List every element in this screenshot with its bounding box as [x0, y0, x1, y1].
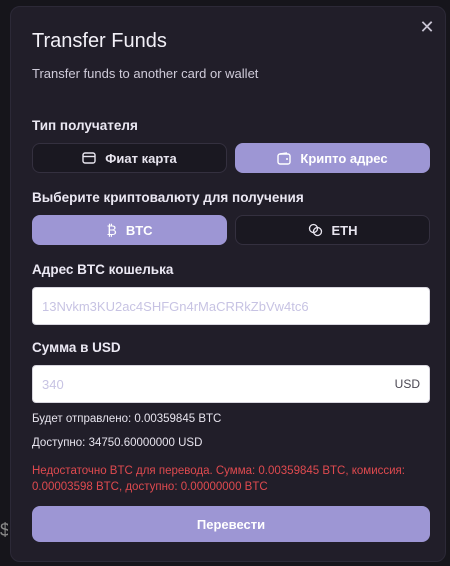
- backdrop-fragment: $: [0, 520, 8, 540]
- available-balance-text: Доступно: 34750.60000000 USD: [32, 437, 203, 449]
- currency-label: Выберите криптовалюту для получения: [32, 190, 304, 205]
- transfer-dialog: ✕ Transfer Funds Transfer funds to anoth…: [10, 6, 446, 562]
- btc-option-label: BTC: [125, 222, 153, 238]
- btc-option[interactable]: ₿ BTC: [32, 215, 227, 245]
- amount-label: Сумма в USD: [32, 340, 121, 355]
- fiat-card-option-label: Фиат карта: [105, 150, 177, 166]
- wallet-address-placeholder: 13Nvkm3KU2ac4SHFGn4rMaCRRkZbVw4tc6: [42, 298, 309, 314]
- transfer-submit-button[interactable]: Перевести: [32, 506, 430, 542]
- amount-input[interactable]: 340 USD: [32, 365, 430, 403]
- bitcoin-icon: ₿: [106, 222, 117, 238]
- wallet-icon: [277, 151, 292, 165]
- eth-option[interactable]: ETH: [235, 215, 430, 245]
- will-send-text: Будет отправлено: 0.00359845 BTC: [32, 413, 222, 425]
- currency-suffix: USD: [394, 377, 420, 391]
- error-message: Недостаточно BTC для перевода. Сумма: 0.…: [32, 465, 405, 493]
- dialog-subtitle: Transfer funds to another card or wallet: [32, 66, 259, 81]
- eth-option-label: ETH: [331, 222, 358, 238]
- wallet-address-input[interactable]: 13Nvkm3KU2ac4SHFGn4rMaCRRkZbVw4tc6: [32, 287, 430, 325]
- amount-placeholder: 340: [42, 376, 64, 392]
- card-icon: [82, 152, 96, 164]
- recipient-type-label: Тип получателя: [32, 118, 138, 133]
- coins-icon: [308, 223, 323, 237]
- close-icon[interactable]: ✕: [417, 17, 437, 37]
- address-label: Адрес BTC кошелька: [32, 262, 174, 277]
- crypto-address-option-label: Крипто адрес: [300, 150, 388, 166]
- fiat-card-option[interactable]: Фиат карта: [32, 143, 227, 173]
- crypto-address-option[interactable]: Крипто адрес: [235, 143, 430, 173]
- dialog-title: Transfer Funds: [32, 30, 167, 52]
